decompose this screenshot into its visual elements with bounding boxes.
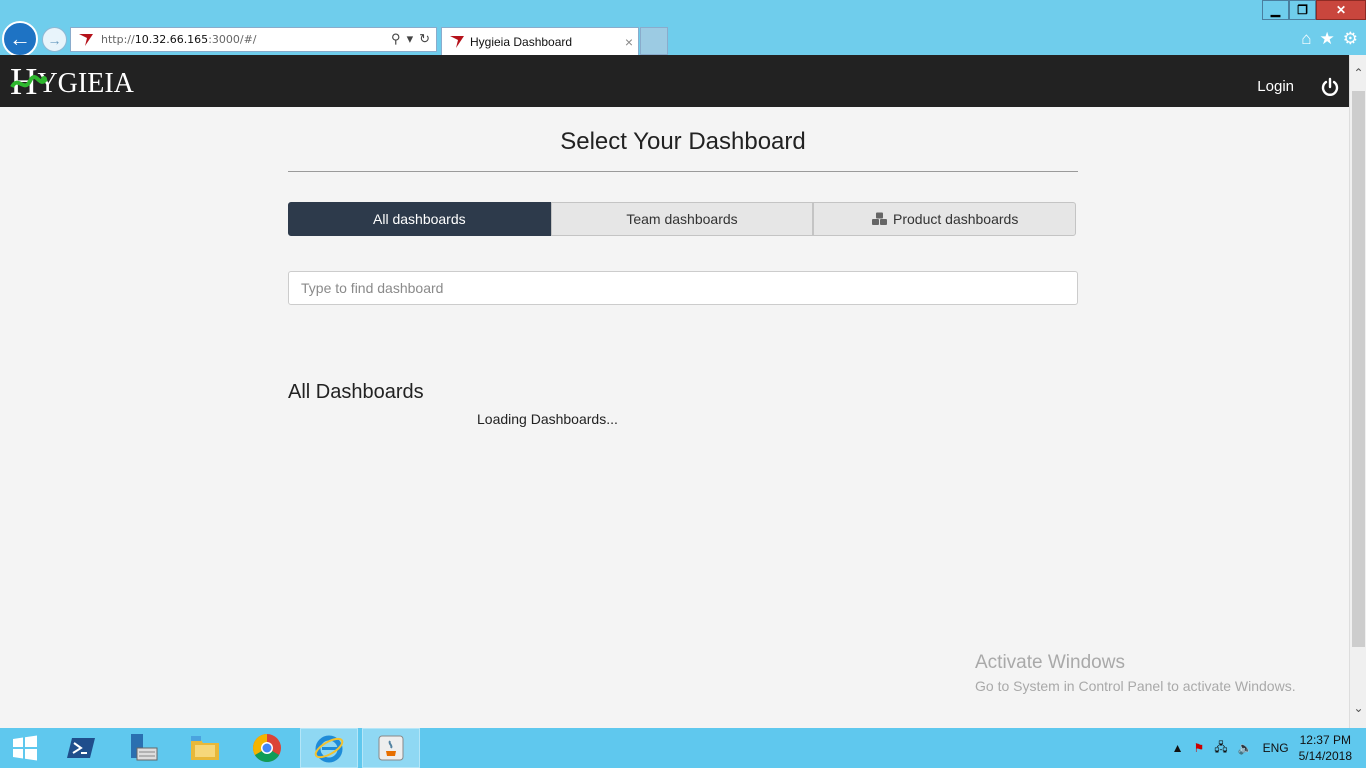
taskbar-chrome[interactable] bbox=[238, 728, 296, 768]
arrow-right-icon: → bbox=[47, 31, 62, 48]
tab-label: Team dashboards bbox=[626, 211, 738, 227]
taskbar-internet-explorer[interactable] bbox=[300, 728, 358, 768]
address-bar[interactable]: http://10.32.66.165:3000/#/ ⚲ ▾ ↻ bbox=[70, 27, 437, 52]
logo-text: YGIEIA bbox=[37, 68, 134, 99]
show-hidden-icons-icon[interactable]: ▲ bbox=[1172, 741, 1184, 755]
system-tray: ▲ ⚑ 🖧 🔈 ENG 12:37 PM 5/14/2018 bbox=[1172, 728, 1352, 768]
taskbar-clock[interactable]: 12:37 PM 5/14/2018 bbox=[1299, 732, 1352, 764]
main-content: Select Your Dashboard All dashboards Tea… bbox=[0, 107, 1349, 728]
action-center-flag-icon[interactable]: ⚑ bbox=[1193, 741, 1204, 755]
hygieia-logo[interactable]: H YGIEIA bbox=[10, 63, 134, 101]
restore-button[interactable]: ❐ bbox=[1289, 0, 1316, 20]
tab-product-dashboards[interactable]: Product dashboards bbox=[813, 202, 1077, 236]
search-icon[interactable]: ⚲ bbox=[391, 31, 401, 47]
minimize-button[interactable]: ▁ bbox=[1262, 0, 1289, 20]
clock-date: 5/14/2018 bbox=[1298, 749, 1352, 763]
snake-icon bbox=[10, 75, 48, 89]
favorites-star-icon[interactable]: ★ bbox=[1320, 29, 1335, 49]
tab-label: All dashboards bbox=[373, 211, 466, 227]
scroll-up-icon[interactable]: ⌃ bbox=[1350, 55, 1366, 91]
clock-time: 12:37 PM bbox=[1299, 733, 1351, 747]
tab-all-dashboards[interactable]: All dashboards bbox=[288, 202, 551, 236]
server-manager-icon bbox=[131, 734, 158, 761]
app-navbar: H YGIEIA Login bbox=[0, 55, 1349, 107]
page-title: Select Your Dashboard bbox=[560, 128, 806, 155]
taskbar-java[interactable] bbox=[362, 728, 420, 768]
close-window-button[interactable]: ✕ bbox=[1316, 0, 1366, 20]
java-icon bbox=[378, 735, 404, 761]
taskbar-powershell[interactable] bbox=[52, 728, 110, 768]
tab-favicon-icon bbox=[450, 35, 464, 48]
tab-team-dashboards[interactable]: Team dashboards bbox=[550, 202, 814, 236]
minimize-icon: ▁ bbox=[1270, 3, 1281, 17]
cubes-icon bbox=[872, 212, 888, 225]
power-icon[interactable] bbox=[1320, 77, 1340, 97]
search-input[interactable] bbox=[288, 271, 1078, 305]
browser-tab[interactable]: Hygieia Dashboard × bbox=[441, 27, 639, 55]
page-scrollbar[interactable]: ⌃ ⌄ bbox=[1349, 55, 1366, 728]
url-host: 10.32.66.165 bbox=[134, 33, 209, 46]
tab-label: Product dashboards bbox=[893, 211, 1019, 227]
close-tab-icon[interactable]: × bbox=[625, 34, 633, 50]
scroll-thumb[interactable] bbox=[1352, 91, 1365, 647]
powershell-icon bbox=[67, 738, 95, 758]
file-explorer-icon bbox=[191, 736, 219, 760]
dropdown-icon[interactable]: ▾ bbox=[407, 31, 414, 47]
back-button[interactable]: ← bbox=[2, 21, 38, 57]
loading-message: Loading Dashboards... bbox=[477, 411, 618, 427]
tab-title: Hygieia Dashboard bbox=[470, 34, 573, 49]
watermark-subtitle: Go to System in Control Panel to activat… bbox=[975, 678, 1296, 694]
watermark-title: Activate Windows bbox=[975, 652, 1125, 673]
chrome-icon bbox=[253, 734, 281, 762]
settings-gear-icon[interactable]: ⚙ bbox=[1343, 29, 1358, 49]
new-tab-button[interactable] bbox=[640, 27, 668, 55]
forward-button[interactable]: → bbox=[42, 27, 67, 52]
title-divider bbox=[288, 171, 1078, 172]
browser-toolbar: ⌂ ★ ⚙ bbox=[1301, 29, 1358, 49]
network-icon[interactable]: 🖧 bbox=[1214, 738, 1227, 759]
internet-explorer-icon bbox=[314, 735, 344, 763]
taskbar-file-explorer[interactable] bbox=[176, 728, 234, 768]
home-icon[interactable]: ⌂ bbox=[1301, 29, 1311, 49]
volume-muted-icon[interactable]: 🔈 bbox=[1238, 741, 1253, 755]
arrow-left-icon: ← bbox=[9, 26, 31, 51]
taskbar-server-manager[interactable] bbox=[114, 728, 172, 768]
section-title: All Dashboards bbox=[288, 381, 424, 403]
start-button[interactable] bbox=[0, 728, 50, 768]
windows-start-icon bbox=[13, 735, 37, 761]
close-icon: ✕ bbox=[1335, 3, 1347, 17]
window-controls: ▁ ❐ ✕ bbox=[1262, 0, 1366, 20]
dashboard-tabs: All dashboards Team dashboards Product d… bbox=[288, 202, 1077, 236]
refresh-icon[interactable]: ↻ bbox=[419, 31, 430, 47]
restore-icon: ❐ bbox=[1297, 3, 1308, 17]
activate-windows-watermark: Activate Windows Go to System in Control… bbox=[975, 652, 1296, 694]
url-path: :3000/#/ bbox=[208, 33, 257, 46]
site-favicon-icon bbox=[79, 33, 93, 46]
url-protocol: http:// bbox=[101, 33, 135, 46]
language-indicator[interactable]: ENG bbox=[1263, 741, 1289, 755]
scroll-down-icon[interactable]: ⌄ bbox=[1350, 698, 1366, 718]
browser-chrome: ← → http://10.32.66.165:3000/#/ ⚲ ▾ ↻ Hy… bbox=[0, 0, 1366, 57]
login-link[interactable]: Login bbox=[1257, 78, 1294, 95]
windows-taskbar: ▲ ⚑ 🖧 🔈 ENG 12:37 PM 5/14/2018 bbox=[0, 728, 1366, 768]
